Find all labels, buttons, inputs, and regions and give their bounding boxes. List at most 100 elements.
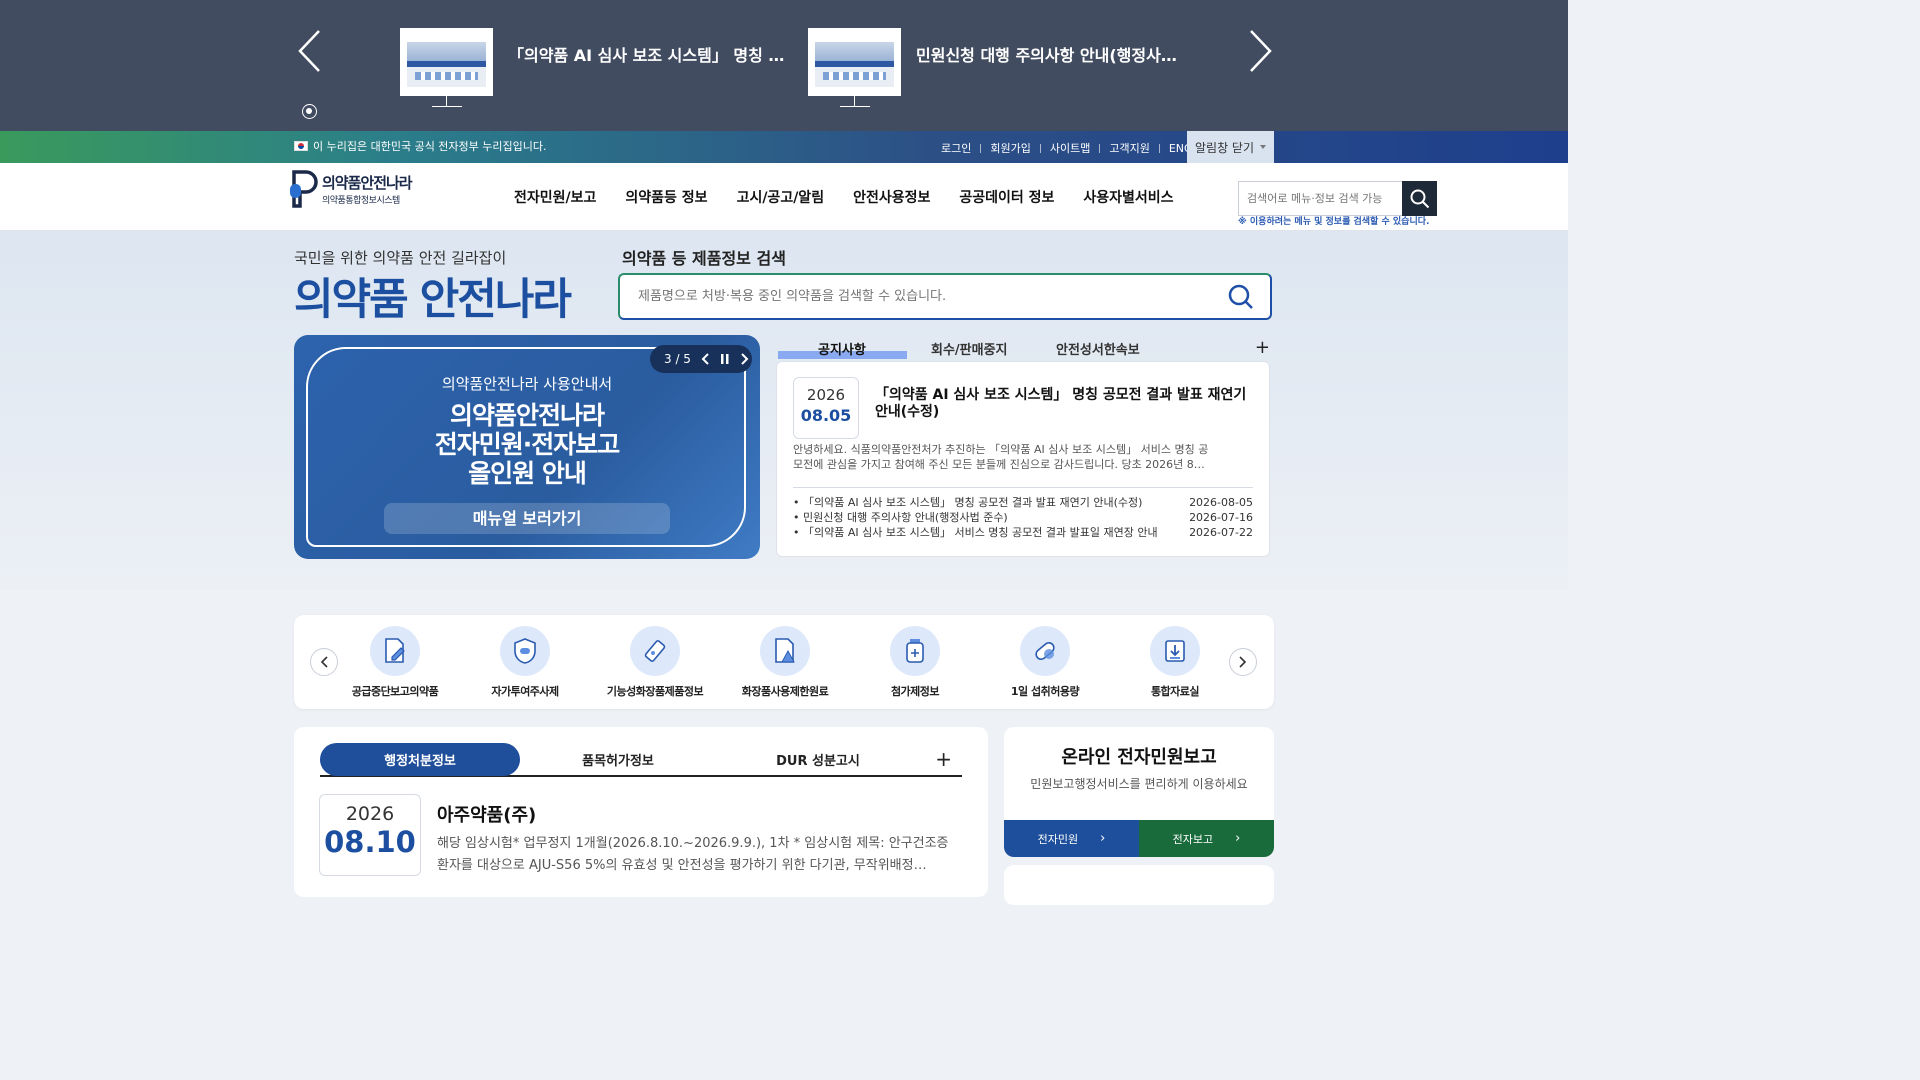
quick-item-label: 자가투여주사제 [491, 685, 559, 698]
site-header: 의약품안전나라 의약품통합정보시스템 전자민원/보고 의약품등 정보 고시/공고… [0, 163, 1568, 231]
admin-date-badge: 2026 08.10 [319, 794, 421, 876]
product-search-input[interactable] [620, 275, 1210, 318]
header-search-button[interactable] [1402, 181, 1437, 216]
logo-mark-icon [290, 170, 318, 208]
list-item-date: 2026-08-05 [1189, 496, 1253, 509]
sitemap-link[interactable]: 사이트맵 [1050, 140, 1090, 156]
banner-prev-icon[interactable] [699, 352, 711, 366]
hero-section: 국민을 위한 의약품 안전 길라잡이 의약품 안전나라 의약품 등 제품정보 검… [0, 231, 1568, 590]
header-search [1238, 181, 1437, 216]
next-panel [1004, 865, 1274, 905]
quick-item-restricted-ingredients[interactable]: 화장품사용제한원료 [720, 626, 850, 699]
admin-item-title[interactable]: 아주약품(주) [437, 801, 536, 827]
quick-menu: 공급중단보고의약품 자가투여주사제 기능성화장품제품정보 화장품사용제한원료 첨… [294, 615, 1274, 709]
list-item-title: 민원신청 대행 주의사항 안내(행정사법 준수) [793, 510, 1163, 525]
notice-featured-title[interactable]: 「의약품 AI 심사 보조 시스템」 명칭 공모전 결과 발표 재연기 안내(수… [875, 387, 1255, 421]
nav-safety-info[interactable]: 안전사용정보 [853, 187, 930, 207]
nav-public-data[interactable]: 공공데이터 정보 [959, 187, 1054, 207]
logo-subtitle: 의약품통합정보시스템 [322, 196, 400, 206]
close-popup-button[interactable]: 알림창 닫기 [1187, 131, 1274, 163]
quick-item-daily-intake[interactable]: 1일 섭취허용량 [980, 626, 1110, 699]
search-icon [1410, 189, 1429, 208]
banner-headline-line2: 전자민원·전자보고 [434, 430, 621, 459]
tab-product-approvals[interactable]: 품목허가정보 [518, 743, 718, 776]
login-link[interactable]: 로그인 [941, 140, 971, 156]
popup-next-arrow-icon[interactable] [1247, 28, 1273, 74]
popup-pagination-dot[interactable] [302, 104, 317, 119]
quick-item-label: 첨가제정보 [890, 685, 940, 698]
list-item-date: 2026-07-16 [1189, 511, 1253, 524]
hero-title: 의약품 안전나라 [294, 275, 572, 325]
e-report-button[interactable]: 전자보고 › [1139, 820, 1274, 857]
logo-name: 의약품안전나라 [322, 174, 413, 192]
notice-featured-desc: 안녕하세요. 식품의약품안전처가 추진하는 「의약품 AI 심사 보조 시스템」… [793, 443, 1209, 471]
e-report-label: 전자보고 [1172, 832, 1214, 846]
notice-date-badge: 2026 08.05 [793, 377, 859, 439]
tab-dur-ingredients[interactable]: DUR 성분고시 [718, 743, 918, 776]
nav-user-services[interactable]: 사용자별서비스 [1083, 187, 1173, 207]
admin-more-button[interactable]: + [935, 747, 952, 771]
tab-safety-letters[interactable]: 안전성서한속보 [1056, 339, 1140, 358]
quick-item-label: 공급중단보고의약품 [351, 685, 439, 698]
nav-notices[interactable]: 고시/공고/알림 [737, 187, 825, 207]
divider [793, 487, 1253, 488]
utility-links: 로그인 회원가입 사이트맵 고객지원 ENG [941, 140, 1193, 156]
banner-headline: 의약품안전나라 전자민원·전자보고 올인원 안내 [294, 401, 760, 488]
nav-e-petition[interactable]: 전자민원/보고 [514, 187, 596, 207]
quick-item-supply-stop[interactable]: 공급중단보고의약품 [330, 626, 460, 699]
chevron-right-icon [1239, 656, 1247, 668]
list-item[interactable]: 「의약품 AI 심사 보조 시스템」 서비스 명칭 공모전 결과 발표일 재연장… [793, 525, 1253, 540]
chevron-left-icon [320, 656, 328, 668]
popup-item-2[interactable]: 민원신청 대행 주의사항 안내(행정사… [808, 28, 1177, 110]
header-search-input[interactable] [1239, 182, 1403, 215]
monitor-thumbnail-icon [400, 28, 494, 110]
support-link[interactable]: 고객지원 [1109, 140, 1149, 156]
admin-month-day: 08.10 [324, 825, 416, 859]
quick-item-additives[interactable]: 첨가제정보 [850, 626, 980, 699]
notice-more-button[interactable]: + [1255, 337, 1270, 358]
quick-item-label: 기능성화장품제품정보 [606, 685, 704, 698]
list-item-date: 2026-07-22 [1189, 526, 1253, 539]
nav-drug-info[interactable]: 의약품등 정보 [625, 187, 707, 207]
manual-button[interactable]: 매뉴얼 보러가기 [384, 503, 670, 534]
banner-next-icon[interactable] [739, 352, 751, 366]
list-item[interactable]: 「의약품 AI 심사 보조 시스템」 명칭 공모전 결과 발표 재연기 안내(수… [793, 495, 1253, 510]
tab-recall[interactable]: 회수/판매중지 [931, 339, 1008, 358]
popup-prev-arrow-icon[interactable] [297, 28, 323, 74]
gov-notice: 이 누리집은 대한민국 공식 전자정부 누리집입니다. [294, 138, 547, 154]
quick-item-self-injection[interactable]: 자가투여주사제 [460, 626, 590, 699]
guide-banner[interactable]: 3 / 5 의약품안전나라 사용안내서 의약품안전나라 전자민원·전자보고 올인… [294, 335, 760, 559]
list-item-title: 「의약품 AI 심사 보조 시스템」 명칭 공모전 결과 발표 재연기 안내(수… [793, 495, 1163, 510]
document-edit-icon [385, 638, 405, 663]
quick-next-button[interactable] [1229, 648, 1257, 676]
gov-notice-text: 이 누리집은 대한민국 공식 전자정부 누리집입니다. [313, 140, 547, 153]
gov-notice-bar: 이 누리집은 대한민국 공식 전자정부 누리집입니다. 로그인 회원가입 사이트… [0, 131, 1568, 163]
search-icon[interactable] [1228, 284, 1254, 310]
banner-kicker: 의약품안전나라 사용안내서 [441, 375, 613, 393]
quick-item-functional-cosmetics[interactable]: 기능성화장품제품정보 [590, 626, 720, 699]
quick-item-label: 화장품사용제한원료 [741, 685, 829, 698]
admin-year: 2026 [345, 803, 395, 825]
e-petition-button[interactable]: 전자민원 › [1004, 820, 1139, 857]
popup-banner: 「의약품 AI 심사 보조 시스템」 명칭 … 민원신청 대행 주의사항 안내(… [0, 0, 1568, 131]
tab-administrative-actions[interactable]: 행정처분정보 [320, 743, 520, 776]
banner-counter: 3 / 5 [664, 352, 691, 366]
chevron-right-icon: › [1235, 831, 1241, 846]
list-item-title: 「의약품 AI 심사 보조 시스템」 서비스 명칭 공모전 결과 발표일 재연장… [793, 525, 1163, 540]
medicine-bottle-icon [906, 639, 924, 663]
popup-item-title: 민원신청 대행 주의사항 안내(행정사… [916, 46, 1177, 65]
notice-tabs: 공지사항 회수/판매중지 안전성서한속보 + [778, 337, 1270, 359]
list-item[interactable]: 민원신청 대행 주의사항 안내(행정사법 준수) 2026-07-16 [793, 510, 1253, 525]
tab-notices[interactable]: 공지사항 [818, 339, 866, 358]
shield-pill-icon [514, 638, 536, 664]
korea-flag-icon [294, 141, 308, 151]
quick-item-archive[interactable]: 통합자료실 [1110, 626, 1240, 699]
site-logo[interactable]: 의약품안전나라 의약품통합정보시스템 [290, 170, 413, 208]
online-petition-panel: 온라인 전자민원보고 민원보고행정서비스를 편리하게 이용하세요 전자민원 › 전… [1004, 727, 1274, 857]
signup-link[interactable]: 회원가입 [990, 140, 1030, 156]
admin-info-panel: 행정처분정보 품목허가정보 DUR 성분고시 + 2026 08.10 아주약품… [294, 727, 988, 897]
online-title: 온라인 전자민원보고 [1061, 747, 1217, 768]
banner-headline-line1: 의약품안전나라 [449, 401, 605, 430]
popup-item-1[interactable]: 「의약품 AI 심사 보조 시스템」 명칭 … [400, 28, 784, 110]
banner-pause-icon[interactable] [719, 352, 731, 366]
